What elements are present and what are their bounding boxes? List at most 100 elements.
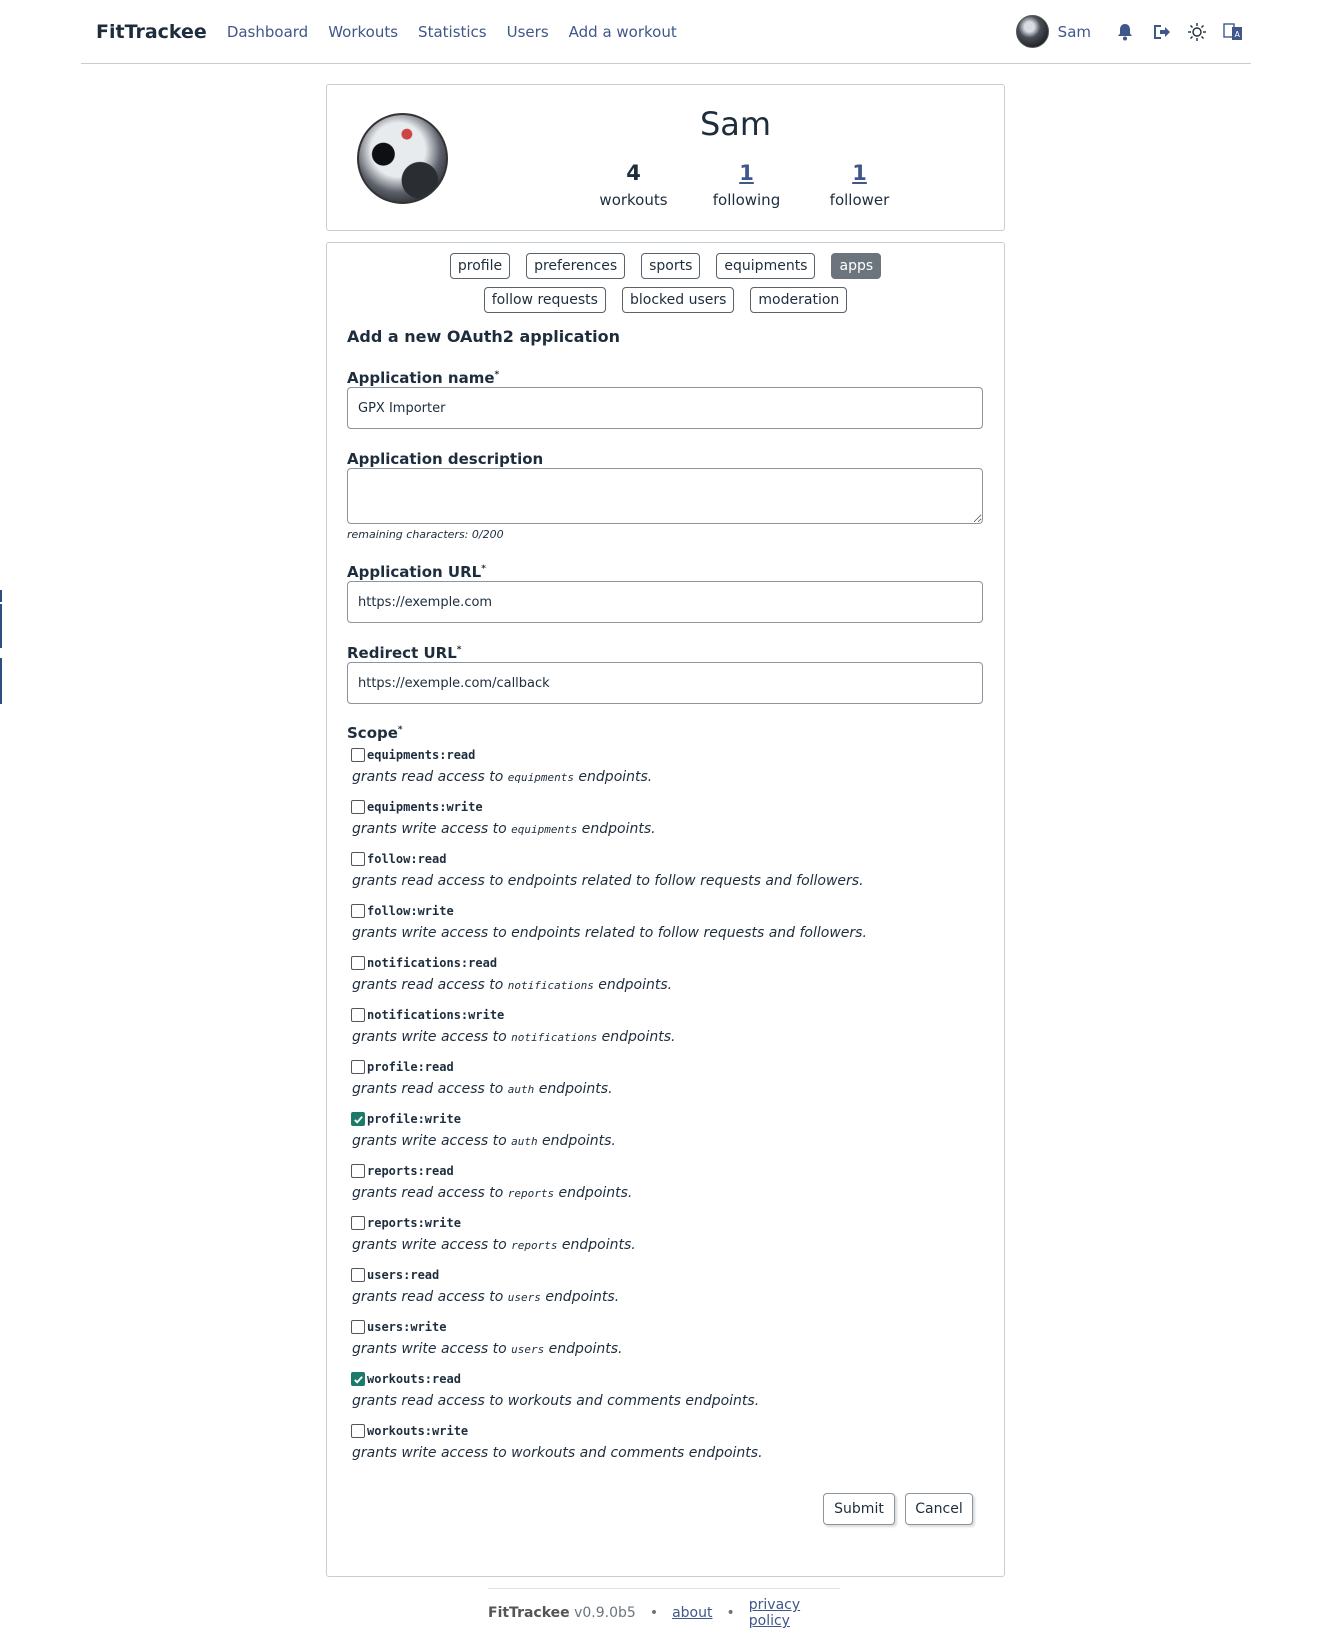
scope-name[interactable]: profile:write bbox=[367, 1112, 461, 1126]
scope-endpoint-code: auth bbox=[507, 1083, 535, 1096]
scope-description-text: grants write access to bbox=[352, 1341, 512, 1357]
privacy-policy-link[interactable]: privacy policy bbox=[749, 1597, 840, 1629]
scope-item: reports:write grants write access to repo… bbox=[351, 1213, 991, 1253]
scope-name[interactable]: workouts:read bbox=[367, 1372, 461, 1386]
scope-header: notifications:read bbox=[351, 953, 991, 973]
scope-description-text: grants write access to workouts and comm… bbox=[352, 1445, 763, 1461]
logout-icon[interactable] bbox=[1149, 20, 1173, 44]
scope-checkbox[interactable] bbox=[351, 1060, 365, 1074]
scope-checkbox[interactable] bbox=[351, 1268, 365, 1282]
scope-checkbox[interactable] bbox=[351, 1008, 365, 1022]
scope-header: workouts:read bbox=[351, 1369, 991, 1389]
required-mark: * bbox=[481, 564, 486, 574]
scope-checkbox[interactable] bbox=[351, 1216, 365, 1230]
scope-name[interactable]: users:read bbox=[367, 1268, 439, 1282]
scope-name[interactable]: notifications:write bbox=[367, 1008, 504, 1022]
sun-icon[interactable] bbox=[1185, 20, 1209, 44]
stat-value[interactable]: 1 bbox=[803, 161, 916, 185]
scope-checkbox[interactable] bbox=[351, 1424, 365, 1438]
scope-checkbox[interactable] bbox=[351, 1320, 365, 1334]
scope-checkbox[interactable] bbox=[351, 904, 365, 918]
bell-icon[interactable] bbox=[1113, 20, 1137, 44]
about-link[interactable]: about bbox=[672, 1605, 712, 1621]
redirect-label: Redirect URL* bbox=[347, 644, 461, 662]
footer: FitTrackee v0.9.0b5 • about • privacy po… bbox=[488, 1588, 840, 1629]
stat-following[interactable]: 1 following bbox=[690, 161, 803, 209]
tab-sports[interactable]: sports bbox=[641, 253, 701, 279]
required-mark: * bbox=[397, 725, 403, 735]
stat-label: workouts bbox=[599, 191, 668, 209]
nav-workouts[interactable]: Workouts bbox=[328, 23, 398, 41]
check-icon bbox=[353, 1375, 363, 1384]
nav-add-workout[interactable]: Add a workout bbox=[569, 23, 677, 41]
stat-value: 4 bbox=[626, 161, 641, 185]
nav-users[interactable]: Users bbox=[507, 23, 549, 41]
scope-name[interactable]: notifications:read bbox=[367, 956, 497, 970]
tab-follow-requests[interactable]: follow requests bbox=[483, 287, 606, 313]
scope-name[interactable]: equipments:write bbox=[367, 800, 483, 814]
scope-description-text: grants read access to bbox=[352, 977, 508, 993]
tab-apps[interactable]: apps bbox=[831, 253, 882, 279]
scope-description-suffix: endpoints. bbox=[554, 1185, 633, 1201]
scope-checkbox[interactable] bbox=[351, 1164, 365, 1178]
scope-description: grants write access to workouts and comm… bbox=[352, 1445, 991, 1461]
nav-statistics[interactable]: Statistics bbox=[418, 23, 487, 41]
brand-logo[interactable]: FitTrackee bbox=[96, 21, 207, 43]
scope-description: grants read access to notifications endp… bbox=[352, 977, 991, 993]
scope-header: follow:read bbox=[351, 849, 991, 869]
stat-workouts: 4 workouts bbox=[577, 161, 690, 209]
user-avatar[interactable] bbox=[1015, 15, 1049, 48]
scope-label: Scope* bbox=[347, 724, 403, 742]
tab-preferences[interactable]: preferences bbox=[526, 253, 626, 279]
scope-description-text: grants read access to bbox=[352, 769, 508, 785]
scope-name[interactable]: equipments:read bbox=[367, 748, 475, 762]
application-description-input[interactable] bbox=[347, 468, 983, 524]
scope-description-text: grants write access to bbox=[352, 1133, 512, 1149]
tab-equipments[interactable]: equipments bbox=[716, 253, 816, 279]
scope-checkbox[interactable] bbox=[351, 748, 365, 762]
application-url-input[interactable] bbox=[347, 581, 983, 623]
application-name-input[interactable] bbox=[347, 387, 983, 429]
scope-description-text: grants write access to bbox=[352, 1237, 512, 1253]
scope-item: users:read grants read access to users en… bbox=[351, 1265, 991, 1305]
scope-name[interactable]: workouts:write bbox=[367, 1424, 468, 1438]
nav-username[interactable]: Sam bbox=[1058, 23, 1091, 41]
nav-dashboard[interactable]: Dashboard bbox=[227, 23, 308, 41]
tab-profile[interactable]: profile bbox=[449, 253, 511, 279]
profile-card: Sam 4 workouts 1 following 1 follower bbox=[326, 84, 1005, 231]
scope-description-suffix: endpoints. bbox=[540, 1289, 620, 1305]
scope-endpoint-code: equipments bbox=[511, 823, 578, 836]
redirect-url-input[interactable] bbox=[347, 662, 983, 704]
tab-moderation[interactable]: moderation bbox=[750, 287, 848, 313]
scope-item: workouts:write grants write access to wor… bbox=[351, 1421, 991, 1461]
language-icon[interactable]: A bbox=[1221, 20, 1245, 44]
scope-checkbox[interactable] bbox=[351, 852, 365, 866]
description-label: Application description bbox=[347, 450, 544, 468]
name-label: Application name* bbox=[347, 369, 499, 387]
scope-name[interactable]: follow:write bbox=[367, 904, 454, 918]
submit-button[interactable]: Submit bbox=[823, 1493, 895, 1525]
scope-name[interactable]: follow:read bbox=[367, 852, 446, 866]
scope-endpoint-code: equipments bbox=[507, 771, 574, 784]
stat-followers[interactable]: 1 follower bbox=[803, 161, 916, 209]
scope-checkbox[interactable] bbox=[351, 1112, 365, 1126]
scope-name[interactable]: reports:read bbox=[367, 1164, 454, 1178]
scope-description: grants read access to users endpoints. bbox=[352, 1289, 991, 1305]
scope-checkbox[interactable] bbox=[351, 800, 365, 814]
scope-name[interactable]: users:write bbox=[367, 1320, 446, 1334]
cancel-button[interactable]: Cancel bbox=[905, 1493, 973, 1525]
scope-header: profile:write bbox=[351, 1109, 991, 1129]
tab-blocked-users[interactable]: blocked users bbox=[621, 287, 735, 313]
scope-description-text: grants read access to endpoints related … bbox=[352, 873, 864, 889]
scope-name[interactable]: reports:write bbox=[367, 1216, 461, 1230]
form-title: Add a new OAuth2 application bbox=[347, 327, 620, 346]
scope-description-suffix: endpoints. bbox=[537, 1133, 616, 1149]
scope-name[interactable]: profile:read bbox=[367, 1060, 454, 1074]
scope-checkbox[interactable] bbox=[351, 956, 365, 970]
stat-value[interactable]: 1 bbox=[690, 161, 803, 185]
scroll-mark bbox=[0, 604, 2, 648]
scroll-mark bbox=[0, 658, 2, 704]
footer-separator: • bbox=[649, 1605, 659, 1621]
scope-description-text: grants read access to bbox=[352, 1185, 508, 1201]
scope-checkbox[interactable] bbox=[351, 1372, 365, 1386]
